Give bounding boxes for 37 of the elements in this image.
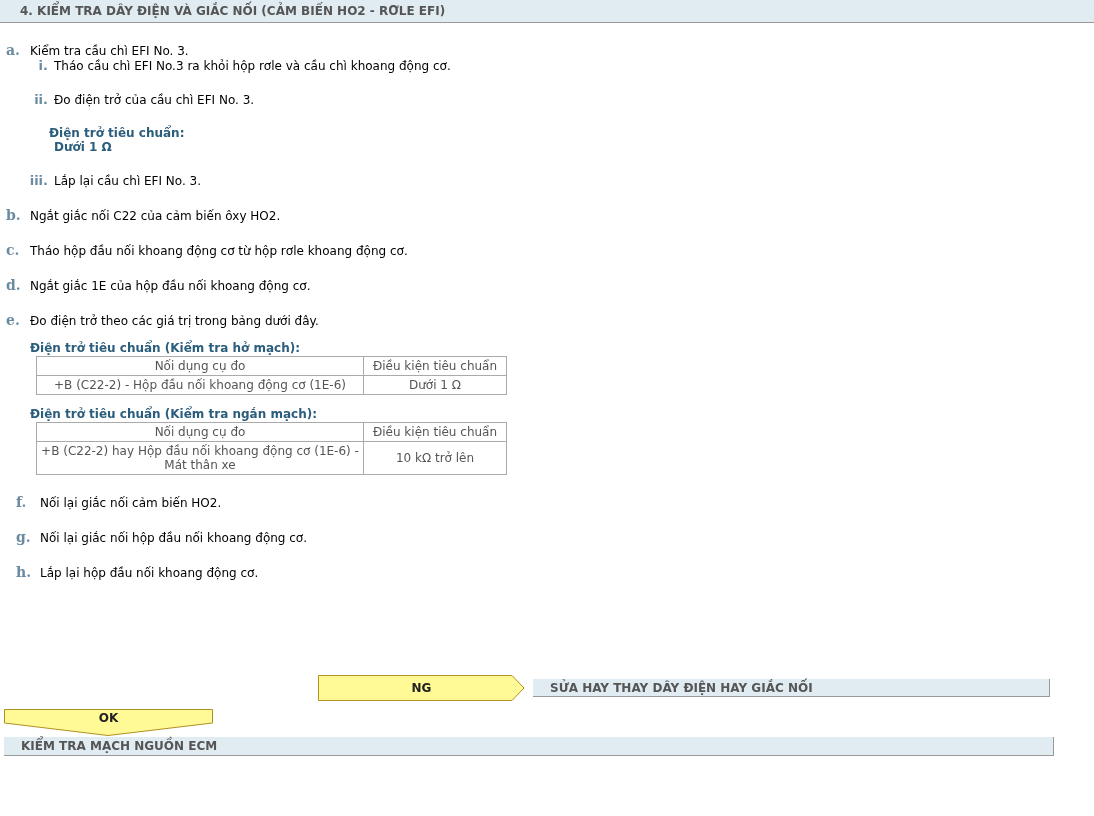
step-letter: c. [6, 242, 20, 258]
result-arrow: OK [4, 709, 213, 736]
step-letter: h. [16, 564, 32, 580]
next-step-text: SỬA HAY THAY DÂY ĐIỆN HAY GIẮC NỐI [550, 680, 813, 695]
step-text: Nối lại giắc nối cảm biến HO2. [40, 496, 222, 510]
substep-text: Đo điện trở của cầu chì EFI No. 3. [54, 93, 255, 107]
step-text: Ngắt giắc nối C22 của cảm biến ôxy HO2. [30, 209, 281, 223]
table-title: Điện trở tiêu chuẩn (Kiểm tra ngắn mạch): [30, 407, 318, 421]
step-text: Kiểm tra cầu chì EFI No. 3. [30, 44, 189, 58]
column-header: Nối dụng cụ đo [36, 422, 364, 442]
substep-numeral: iii. [29, 173, 48, 188]
substep-text: Lắp lại cầu chì EFI No. 3. [54, 174, 202, 188]
step-letter: f. [16, 494, 27, 510]
column-header: Điều kiện tiêu chuẩn [363, 422, 507, 442]
substep-numeral: ii. [34, 92, 48, 107]
step-text: Đo điện trở theo các giá trị trong bảng dưới đây. [30, 314, 319, 328]
step-letter: g. [16, 529, 31, 545]
table-cell: +B (C22-2) hay Hộp đầu nối khoang động cơ (1E-6) - Mát thân xe [36, 441, 364, 475]
substep-text: Tháo cầu chì EFI No.3 ra khỏi hộp rơle và cầu chì khoang động cơ. [54, 59, 451, 73]
step-letter: e. [6, 312, 20, 328]
step-text: Tháo hộp đầu nối khoang động cơ từ hộp rơle khoang động cơ. [30, 244, 408, 258]
step-text: Lắp lại hộp đầu nối khoang động cơ. [40, 566, 259, 580]
step-letter: b. [6, 207, 21, 223]
table-cell: +B (C22-2) - Hộp đầu nối khoang động cơ (1E-6) [36, 375, 364, 395]
step-text: Nối lại giắc nối hộp đầu nối khoang động cơ. [40, 531, 308, 545]
column-header: Nối dụng cụ đo [36, 356, 364, 376]
step-letter: a. [6, 42, 20, 58]
table-title: Điện trở tiêu chuẩn (Kiểm tra hở mạch): [30, 341, 301, 355]
substep-numeral: i. [38, 58, 48, 73]
step-text: Ngắt giắc 1E của hộp đầu nối khoang động cơ. [30, 279, 311, 293]
result-arrow: NG [318, 675, 525, 701]
spec-value: Dưới 1 Ω [54, 140, 113, 154]
table-cell: Dưới 1 Ω [363, 375, 507, 395]
step-letter: d. [6, 277, 21, 293]
column-header: Điều kiện tiêu chuẩn [363, 356, 507, 376]
spec-label: Điện trở tiêu chuẩn: [49, 126, 185, 140]
table-cell: 10 kΩ trở lên [363, 441, 507, 475]
